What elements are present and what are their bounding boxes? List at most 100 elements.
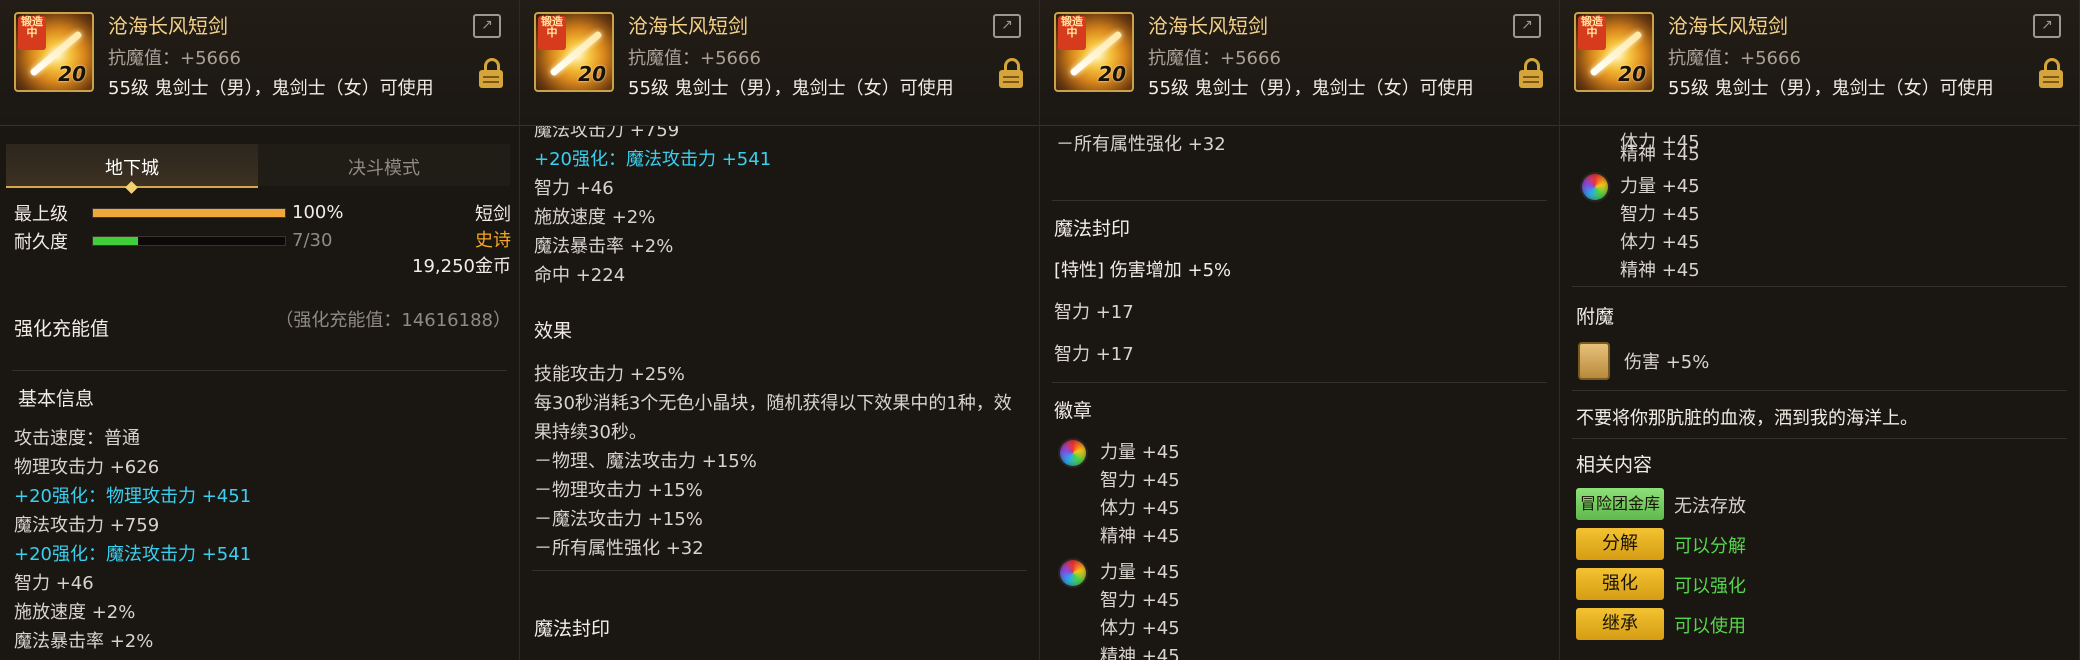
- tab-pvp[interactable]: 决斗模式: [258, 144, 510, 186]
- seal-line: 智力 +17: [1054, 302, 1134, 323]
- stat-line: 物理攻击力 +626: [14, 457, 160, 478]
- item-resist: 抗魔值：+5666: [628, 48, 761, 69]
- related-button[interactable]: 强化: [1576, 568, 1664, 600]
- item-resist: 抗魔值：+5666: [108, 48, 241, 69]
- related-button[interactable]: 冒险团金库: [1576, 488, 1664, 520]
- share-icon[interactable]: ↗: [2033, 14, 2061, 38]
- emblem-stat: 力量 +45: [1100, 442, 1180, 463]
- share-icon[interactable]: ↗: [1513, 14, 1541, 38]
- section-title: 附魔: [1576, 306, 1615, 328]
- item-type: 短剑: [475, 204, 511, 225]
- item-name: 沧海长风短剑: [108, 14, 228, 38]
- item-icon: 锻造中 20: [1054, 12, 1134, 92]
- lock-icon[interactable]: [2039, 58, 2063, 88]
- item-header: 锻造中 20 沧海长风短剑 抗魔值：+5666 55级 鬼剑士（男），鬼剑士（女…: [1560, 0, 2079, 126]
- divider: [1052, 200, 1547, 201]
- tab-dungeon[interactable]: 地下城: [6, 144, 258, 194]
- item-resist: 抗魔值：+5666: [1668, 48, 1801, 69]
- emblem-stat: 力量 +45: [1620, 176, 1700, 197]
- related-button[interactable]: 分解: [1576, 528, 1664, 560]
- stat-line: 魔法攻击力 +759: [534, 126, 680, 141]
- section-title: 强化充能值: [14, 318, 110, 340]
- related-status: 可以分解: [1674, 536, 1746, 557]
- share-icon[interactable]: ↗: [993, 14, 1021, 38]
- emblem-stat: 精神 +45: [1620, 260, 1700, 281]
- seal-trait: [特性] 伤害增加 +5%: [1054, 260, 1232, 281]
- section-title: 徽章: [1054, 400, 1093, 422]
- emblem-stat: 智力 +45: [1620, 204, 1700, 225]
- share-icon[interactable]: ↗: [473, 14, 501, 38]
- related-status: 可以强化: [1674, 576, 1746, 597]
- enchant-value: 伤害 +5%: [1624, 352, 1710, 373]
- flavor-text: 不要将你那肮脏的血液，洒到我的海洋上。: [1576, 408, 1918, 429]
- active-tab-marker: [125, 181, 138, 194]
- item-price: 19,250金币: [412, 256, 511, 277]
- stat-line: 施放速度 +2%: [14, 602, 136, 623]
- item-icon: 锻造中 20: [1574, 12, 1654, 92]
- enchant-card-icon: [1578, 342, 1610, 380]
- tooltip-content: 体力 +45 精神 +45 力量 +45 智力 +45 体力 +45 精神 +45 附…: [1560, 126, 2079, 660]
- emblem-stat: 智力 +45: [1100, 470, 1180, 491]
- effect-line: 技能攻击力 +25%: [534, 364, 685, 385]
- stat-line: 智力 +46: [14, 573, 94, 594]
- charge-value: （强化充能值：14616188）: [275, 310, 511, 331]
- lock-icon[interactable]: [479, 58, 503, 88]
- stat-label: 耐久度: [14, 232, 68, 253]
- tooltip-panel-1: 锻造中 20 沧海长风短剑 抗魔值：+5666 55级 鬼剑士（男），鬼剑士（女…: [0, 0, 520, 660]
- related-button[interactable]: 继承: [1576, 608, 1664, 640]
- stat-line: +20强化：魔法攻击力 +541: [14, 544, 252, 565]
- forging-tag: 锻造中: [1578, 16, 1606, 50]
- section-title: 基本信息: [18, 388, 95, 410]
- effect-line: －魔法攻击力 +15%: [534, 509, 703, 530]
- emblem-stat: 体力 +45: [1100, 618, 1180, 639]
- tab-label: 地下城: [105, 158, 159, 179]
- stat-line: 智力 +46: [534, 178, 614, 199]
- stat-line: 魔法暴击率 +2%: [534, 236, 674, 257]
- effect-line: 每30秒消耗3个无色小晶块，随机获得以下效果中的1种，效: [534, 393, 1012, 414]
- tooltip-content: 魔法攻击力 +759 +20强化：魔法攻击力 +541 智力 +46 施放速度 +2%…: [520, 126, 1039, 660]
- divider: [532, 570, 1027, 571]
- section-title: 相关内容: [1576, 454, 1653, 476]
- lock-icon[interactable]: [999, 58, 1023, 88]
- durability-bar: [92, 236, 286, 246]
- seal-line: 智力 +17: [1054, 344, 1134, 365]
- related-status: 可以使用: [1674, 616, 1746, 637]
- emblem-stat: 智力 +45: [1100, 590, 1180, 611]
- item-name: 沧海长风短剑: [1148, 14, 1268, 38]
- emblem-icon: [1060, 440, 1086, 466]
- stat-line: 魔法攻击力 +759: [14, 515, 160, 536]
- item-icon: 锻造中 20: [14, 12, 94, 92]
- emblem-icon: [1060, 560, 1086, 586]
- effect-line: －物理、魔法攻击力 +15%: [534, 451, 757, 472]
- item-header: 锻造中 20 沧海长风短剑 抗魔值：+5666 55级 鬼剑士（男），鬼剑士（女…: [0, 0, 519, 126]
- item-name: 沧海长风短剑: [1668, 14, 1788, 38]
- item-resist: 抗魔值：+5666: [1148, 48, 1281, 69]
- divider: [12, 370, 507, 371]
- enhance-level-badge: 20: [1098, 62, 1126, 86]
- tab-label: 决斗模式: [348, 158, 420, 179]
- emblem-stat: 精神 +45: [1100, 526, 1180, 547]
- stat-line: 命中 +224: [534, 265, 626, 286]
- tooltip-content: －所有属性强化 +32 魔法封印 [特性] 伤害增加 +5% 智力 +17 智力…: [1040, 126, 1559, 660]
- tooltip-panel-3: 锻造中 20 沧海长风短剑 抗魔值：+5666 55级 鬼剑士（男），鬼剑士（女…: [1040, 0, 1560, 660]
- emblem-stat: 体力 +45: [1100, 498, 1180, 519]
- emblem-stat: 力量 +45: [1100, 562, 1180, 583]
- stat-line: +20强化：魔法攻击力 +541: [534, 149, 772, 170]
- stat-label: 最上级: [14, 204, 68, 225]
- lock-icon[interactable]: [1519, 58, 1543, 88]
- forging-tag: 锻造中: [538, 16, 566, 50]
- item-name: 沧海长风短剑: [628, 14, 748, 38]
- tooltip-content: 地下城 决斗模式 最上级 100% 短剑 耐久度 7/30 史诗 19,250金…: [0, 126, 519, 660]
- divider: [1572, 286, 2067, 287]
- divider: [1572, 438, 2067, 439]
- item-usage: 55级 鬼剑士（男），鬼剑士（女）可使用: [108, 78, 434, 99]
- divider: [1052, 382, 1547, 383]
- effect-line: 果持续30秒。: [534, 422, 647, 443]
- grade-bar: [92, 208, 286, 218]
- related-status: 无法存放: [1674, 496, 1746, 517]
- enhance-level-badge: 20: [1618, 62, 1646, 86]
- stat-value: 100%: [292, 202, 344, 223]
- stat-line: 攻击速度：普通: [14, 428, 140, 449]
- stat-line: +20强化：物理攻击力 +451: [14, 486, 252, 507]
- item-icon: 锻造中 20: [534, 12, 614, 92]
